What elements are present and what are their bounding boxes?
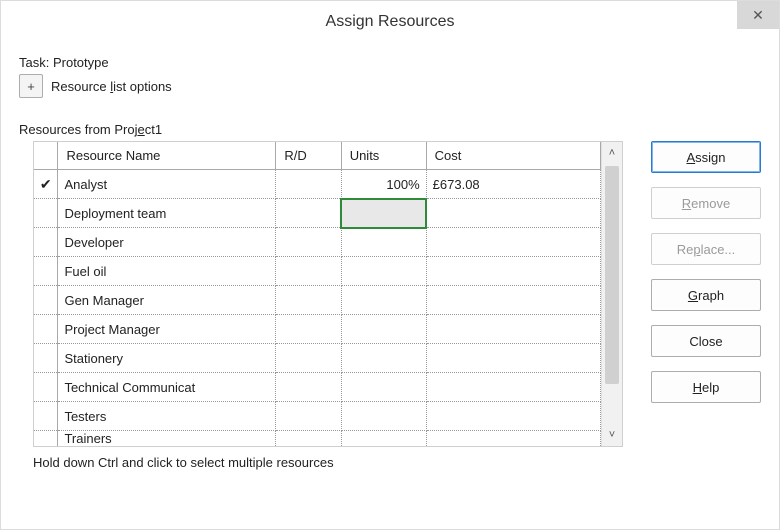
- cell-rd[interactable]: [276, 170, 341, 199]
- multiselect-hint: Hold down Ctrl and click to select multi…: [33, 455, 623, 470]
- cell-cost[interactable]: [426, 228, 600, 257]
- cell-cost[interactable]: [426, 373, 600, 402]
- cell-resource-name[interactable]: Technical Communicat: [58, 373, 276, 402]
- table-row[interactable]: Testers: [34, 402, 601, 431]
- cell-cost[interactable]: [426, 257, 600, 286]
- close-button[interactable]: Close: [651, 325, 761, 357]
- remove-button: Remove: [651, 187, 761, 219]
- scroll-up-icon[interactable]: ˄: [602, 142, 622, 164]
- row-check-cell[interactable]: ✔: [34, 170, 58, 199]
- work-area: Resource Name R/D Units Cost ✔ Analyst 100…: [19, 141, 761, 470]
- row-check-cell[interactable]: [34, 315, 58, 344]
- cell-resource-name[interactable]: Project Manager: [58, 315, 276, 344]
- close-icon[interactable]: ✕: [737, 1, 779, 29]
- resource-grid-wrap: Resource Name R/D Units Cost ✔ Analyst 100…: [19, 141, 623, 470]
- table-row[interactable]: Gen Manager: [34, 286, 601, 315]
- resource-table: Resource Name R/D Units Cost ✔ Analyst 100…: [34, 142, 601, 446]
- cell-rd[interactable]: [276, 199, 341, 228]
- row-check-cell[interactable]: [34, 431, 58, 447]
- col-header-name[interactable]: Resource Name: [58, 142, 276, 170]
- table-row[interactable]: Stationery: [34, 344, 601, 373]
- window-title: Assign Resources: [326, 13, 455, 31]
- cell-resource-name[interactable]: Fuel oil: [58, 257, 276, 286]
- cell-resource-name[interactable]: Analyst: [58, 170, 276, 199]
- cell-units[interactable]: [341, 257, 426, 286]
- table-row[interactable]: Technical Communicat: [34, 373, 601, 402]
- cell-cost[interactable]: [426, 199, 600, 228]
- assign-resources-dialog: Assign Resources ✕ Task: Prototype + Res…: [0, 0, 780, 530]
- cell-units[interactable]: [341, 402, 426, 431]
- cell-rd[interactable]: [276, 257, 341, 286]
- row-check-cell[interactable]: [34, 373, 58, 402]
- resource-list-options-row: + Resource list options: [19, 74, 761, 98]
- row-check-cell[interactable]: [34, 402, 58, 431]
- cell-cost[interactable]: [426, 344, 600, 373]
- table-header-row: Resource Name R/D Units Cost: [34, 142, 601, 170]
- cell-rd[interactable]: [276, 431, 341, 447]
- cell-units[interactable]: [341, 315, 426, 344]
- help-button[interactable]: Help: [651, 371, 761, 403]
- table-row[interactable]: Project Manager: [34, 315, 601, 344]
- cell-cost[interactable]: [426, 402, 600, 431]
- cell-rd[interactable]: [276, 373, 341, 402]
- cell-rd[interactable]: [276, 315, 341, 344]
- row-check-cell[interactable]: [34, 344, 58, 373]
- scroll-down-icon[interactable]: ˅: [602, 424, 622, 446]
- cell-cost[interactable]: [426, 286, 600, 315]
- table-row[interactable]: Developer: [34, 228, 601, 257]
- col-header-check[interactable]: [34, 142, 58, 170]
- graph-button[interactable]: Graph: [651, 279, 761, 311]
- row-check-cell[interactable]: [34, 257, 58, 286]
- titlebar: Assign Resources ✕: [1, 1, 779, 43]
- cell-units[interactable]: 100%: [341, 170, 426, 199]
- cell-rd[interactable]: [276, 228, 341, 257]
- col-header-rd[interactable]: R/D: [276, 142, 341, 170]
- resource-grid[interactable]: Resource Name R/D Units Cost ✔ Analyst 100…: [33, 141, 623, 447]
- assign-button[interactable]: Assign: [651, 141, 761, 173]
- table-row[interactable]: ✔ Analyst 100%£673.08: [34, 170, 601, 199]
- scroll-thumb[interactable]: [605, 166, 619, 384]
- cell-resource-name[interactable]: Testers: [58, 402, 276, 431]
- task-label: Task: Prototype: [19, 55, 761, 70]
- cell-units[interactable]: [341, 199, 426, 228]
- cell-rd[interactable]: [276, 344, 341, 373]
- cell-rd[interactable]: [276, 402, 341, 431]
- cell-units[interactable]: [341, 344, 426, 373]
- col-header-units[interactable]: Units: [341, 142, 426, 170]
- row-check-cell[interactable]: [34, 199, 58, 228]
- cell-cost[interactable]: [426, 431, 600, 447]
- table-row[interactable]: Fuel oil: [34, 257, 601, 286]
- vertical-scrollbar[interactable]: ˄ ˅: [601, 142, 622, 446]
- row-check-cell[interactable]: [34, 286, 58, 315]
- cell-resource-name[interactable]: Stationery: [58, 344, 276, 373]
- resources-from-label: Resources from Project1: [19, 122, 761, 137]
- plus-icon: +: [27, 79, 35, 94]
- col-header-cost[interactable]: Cost: [426, 142, 600, 170]
- cell-cost[interactable]: [426, 315, 600, 344]
- cell-units[interactable]: [341, 373, 426, 402]
- expand-options-button[interactable]: +: [19, 74, 43, 98]
- replace-button: Replace...: [651, 233, 761, 265]
- cell-rd[interactable]: [276, 286, 341, 315]
- table-row[interactable]: Trainers: [34, 431, 601, 447]
- cell-resource-name[interactable]: Gen Manager: [58, 286, 276, 315]
- cell-resource-name[interactable]: Developer: [58, 228, 276, 257]
- button-column: Assign Remove Replace... Graph Close Hel…: [651, 141, 761, 403]
- resource-list-options-label[interactable]: Resource list options: [51, 79, 172, 94]
- cell-cost[interactable]: £673.08: [426, 170, 600, 199]
- cell-units[interactable]: [341, 286, 426, 315]
- dialog-content: Task: Prototype + Resource list options …: [1, 43, 779, 480]
- table-row[interactable]: Deployment team: [34, 199, 601, 228]
- check-icon: ✔: [40, 177, 52, 191]
- row-check-cell[interactable]: [34, 228, 58, 257]
- cell-resource-name[interactable]: Trainers: [58, 431, 276, 447]
- cell-units[interactable]: [341, 228, 426, 257]
- cell-resource-name[interactable]: Deployment team: [58, 199, 276, 228]
- cell-units[interactable]: [341, 431, 426, 447]
